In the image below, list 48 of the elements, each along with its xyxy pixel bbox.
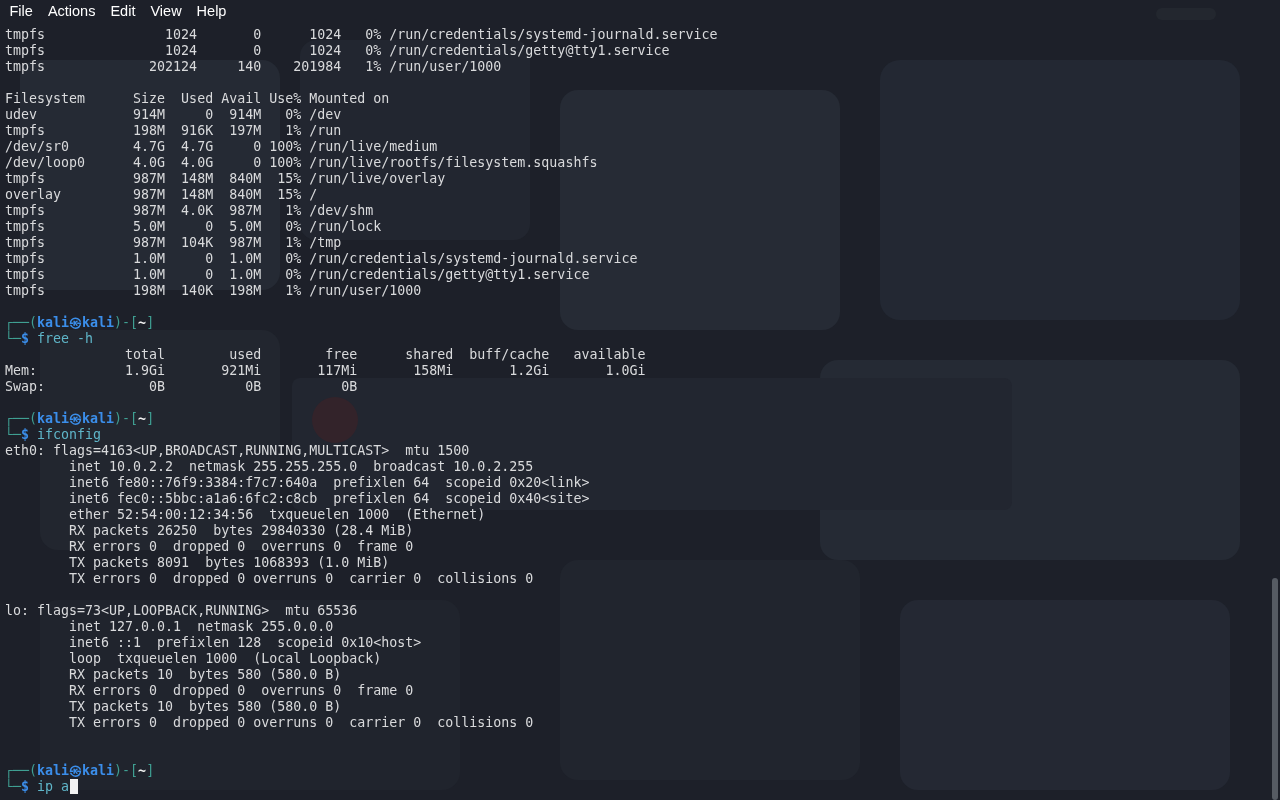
scrollbar[interactable] [1272,578,1278,800]
terminal-line: Mem: 1.9Gi 921Mi 117Mi 158Mi 1.2Gi 1.0Gi [5,363,647,379]
terminal-line: inet 127.0.0.1 netmask 255.0.0.0 [68,619,335,635]
terminal-line: loop txqueuelen 1000 (Local Loopback) [68,651,383,667]
terminal-line: tmpfs 1024 0 1024 0% /run/credentials/systemd-journald.service [5,27,719,43]
terminal-line: RX packets 10 bytes 580 (580.0 B) [68,667,343,683]
menu-item[interactable]: Actions [40,0,103,22]
terminal-line: tmpfs 987M 4.0K 987M 1% /dev/shm [5,203,375,219]
terminal-line: inet 10.0.2.2 netmask 255.255.255.0 broadcast 10.0.2.255 [68,459,535,475]
terminal-line: Swap: 0B 0B 0B [5,379,359,395]
terminal-line: tmpfs 987M 148M 840M 15% /run/live/overlay [5,171,447,187]
terminal-line: tmpfs 987M 104K 987M 1% /tmp [5,235,343,251]
terminal-line: tmpfs 198M 916K 197M 1% /run [5,123,343,139]
command-line: └─$ ip a [5,779,70,795]
terminal-line: tmpfs 5.0M 0 5.0M 0% /run/lock [5,219,383,235]
menu-item[interactable]: View [142,0,190,22]
terminal-line: tmpfs 202124 140 201984 1% /run/user/1000 [5,59,503,75]
terminal-line: /dev/loop0 4.0G 4.0G 0 100% /run/live/rootfs/filesystem.squashfs [5,155,599,171]
terminal-line: ether 52:54:00:12:34:56 txqueuelen 1000 (Ethernet) [68,507,487,523]
terminal-line: tmpfs 1024 0 1024 0% /run/credentials/getty@tty1.service [5,43,671,59]
command-line: └─$ ifconfig [5,427,102,443]
terminal-line: total used free shared buff/cache available [124,347,647,363]
terminal-line: TX packets 8091 bytes 1068393 (1.0 MiB) [68,555,391,571]
prompt-line: ┌──(kali㉿kali)-[~] [5,315,155,331]
terminal-line: lo: flags=73<UP,LOOPBACK,RUNNING> mtu 65536 [5,603,359,619]
terminal-line: inet6 fe80::76f9:3384:f7c7:640a prefixlen 64 scopeid 0x20<link> [68,475,591,491]
terminal-line: TX errors 0 dropped 0 overruns 0 carrier 0 collisions 0 [68,715,535,731]
terminal-line: inet6 ::1 prefixlen 128 scopeid 0x10<host> [68,635,423,651]
terminal-line: udev 914M 0 914M 0% /dev [5,107,343,123]
terminal-line: inet6 fec0::5bbc:a1a6:6fc2:c8cb prefixlen 64 scopeid 0x40<site> [68,491,591,507]
terminal-line: TX errors 0 dropped 0 overruns 0 carrier 0 collisions 0 [68,571,535,587]
menu-item[interactable]: Help [189,0,234,22]
menu-item[interactable]: Edit [102,0,143,22]
command-line: └─$ free -h [5,331,94,347]
terminal-line: tmpfs 198M 140K 198M 1% /run/user/1000 [5,283,423,299]
menu-item[interactable]: File [2,0,41,22]
terminal-line: RX errors 0 dropped 0 overruns 0 frame 0 [68,539,415,555]
terminal-line: tmpfs 1.0M 0 1.0M 0% /run/credentials/systemd-journald.service [5,251,639,267]
terminal-line: tmpfs 1.0M 0 1.0M 0% /run/credentials/getty@tty1.service [5,267,591,283]
terminal-line: RX errors 0 dropped 0 overruns 0 frame 0 [68,683,415,699]
terminal-line: TX packets 10 bytes 580 (580.0 B) [68,699,343,715]
terminal-line: RX packets 26250 bytes 29840330 (28.4 MiB) [68,523,415,539]
terminal-line: Filesystem Size Used Avail Use% Mounted on [5,91,391,107]
terminal-line: overlay 987M 148M 840M 15% / [5,187,319,203]
terminal-line: /dev/sr0 4.7G 4.7G 0 100% /run/live/medium [5,139,439,155]
prompt-line: ┌──(kali㉿kali)-[~] [5,763,155,779]
prompt-line: ┌──(kali㉿kali)-[~] [5,411,155,427]
terminal-line: eth0: flags=4163<UP,BROADCAST,RUNNING,MULTICAST> mtu 1500 [5,443,471,459]
